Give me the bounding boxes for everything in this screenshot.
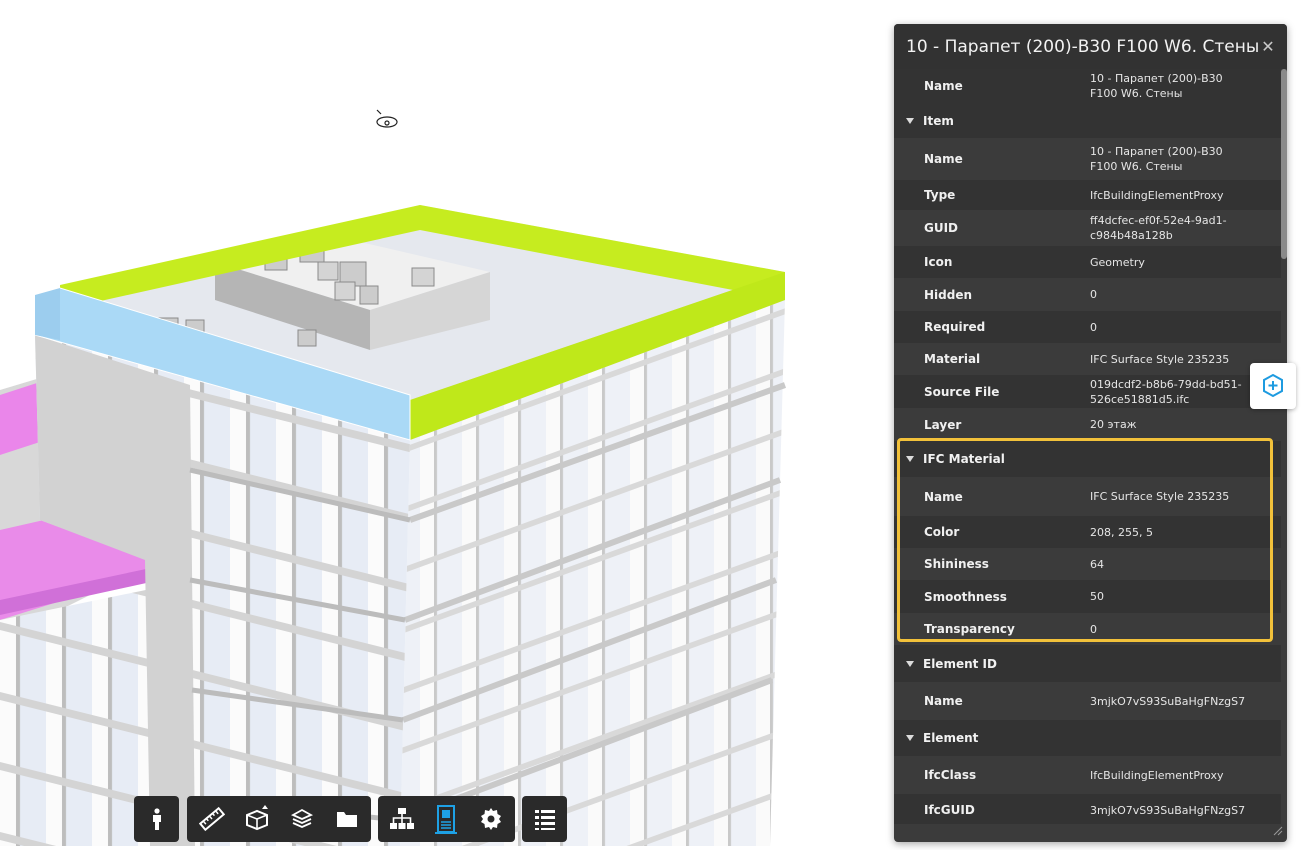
category-label: Element ID	[923, 656, 997, 671]
toolbar-group-list	[522, 796, 567, 842]
property-name: Color	[924, 525, 960, 539]
property-value: 10 - Парапет (200)-B30 F100 W6. Стены	[1090, 145, 1223, 173]
property-name: Smoothness	[924, 589, 1007, 604]
collapse-triangle-icon[interactable]	[906, 456, 914, 462]
explode-button[interactable]	[279, 796, 324, 842]
property-row[interactable]: Source File 019dcdf2-b8b6-79dd-bd51-526ce…	[894, 375, 1281, 408]
property-name: Transparency	[924, 622, 1015, 636]
property-value: 0	[1090, 320, 1097, 334]
measure-button[interactable]	[189, 796, 234, 842]
add-view-button[interactable]	[1250, 363, 1296, 409]
settings-button[interactable]	[469, 796, 513, 842]
property-row[interactable]: Name 3mjkO7vS93SuBaHgFNzgS7	[894, 682, 1281, 720]
property-value: 3mjkO7vS93SuBaHgFNzgS7	[1090, 803, 1246, 817]
list-icon	[534, 810, 555, 830]
category-label: IFC Material	[923, 452, 1005, 466]
settings-icon	[480, 808, 501, 830]
property-name: Source File	[924, 384, 1000, 399]
property-row[interactable]: Name 10 - Парапет (200)-B30 F100 W6. Стен…	[894, 138, 1281, 180]
category-ifc-material[interactable]: IFC Material	[894, 441, 1281, 477]
section-icon	[245, 805, 268, 831]
collapse-triangle-icon[interactable]	[906, 660, 914, 667]
property-value: IFC Surface Style 235235	[1090, 490, 1230, 503]
structure-icon	[390, 808, 415, 829]
property-name: Type	[924, 188, 956, 202]
property-name: Required	[924, 320, 986, 334]
property-value: 50	[1090, 590, 1104, 603]
property-value: IfcBuildingElementProxy	[1090, 768, 1224, 782]
toolbar-group-settings	[378, 796, 515, 842]
property-row[interactable]: GUID ff4dcfec-ef0f-52e4-9ad1-c984b48a128b	[894, 210, 1281, 246]
category-label: Element	[923, 731, 979, 745]
properties-button[interactable]	[424, 796, 468, 842]
property-row[interactable]: Transparency 0	[894, 613, 1281, 645]
properties-panel: 10 - Парапет (200)-B30 F100 W6. Стены ✕ …	[894, 24, 1287, 842]
close-icon[interactable]: ✕	[1259, 37, 1277, 56]
property-row[interactable]: Shininess 64	[894, 548, 1281, 580]
property-row[interactable]: Layer 20 этаж	[894, 408, 1281, 441]
measure-icon	[198, 806, 225, 832]
property-row[interactable]: Required 0	[894, 311, 1281, 343]
category-item[interactable]: Item	[894, 103, 1281, 138]
add-view-icon	[1263, 373, 1283, 398]
property-name: Layer	[924, 417, 962, 432]
category-element[interactable]: Element	[894, 720, 1281, 756]
property-row[interactable]: IfcGUID 3mjkO7vS93SuBaHgFNzgS7	[894, 794, 1281, 824]
panel-title: 10 - Парапет (200)-B30 F100 W6. Стены	[906, 36, 1259, 57]
structure-button[interactable]	[380, 796, 424, 842]
property-row[interactable]: Icon Geometry	[894, 246, 1281, 278]
first-person-button[interactable]	[136, 796, 177, 842]
explode-icon	[290, 808, 313, 828]
section-button[interactable]	[234, 796, 279, 842]
property-value: 3mjkO7vS93SuBaHgFNzgS7	[1090, 694, 1246, 708]
property-value: 208, 255, 5	[1090, 525, 1153, 539]
toolbar-group-navigation	[134, 796, 179, 842]
property-row[interactable]: Smoothness 50	[894, 580, 1281, 613]
property-name: Icon	[924, 255, 953, 269]
property-row[interactable]: Hidden 0	[894, 278, 1281, 311]
panel-header[interactable]: 10 - Парапет (200)-B30 F100 W6. Стены ✕	[894, 24, 1287, 69]
property-value: IfcBuildingElementProxy	[1090, 188, 1224, 202]
property-value: 0	[1090, 622, 1097, 636]
property-value: Geometry	[1090, 255, 1145, 269]
model-browser-icon	[336, 812, 357, 827]
property-row[interactable]: IfcClass IfcBuildingElementProxy	[894, 756, 1281, 794]
toolbar-group-modeling	[187, 796, 371, 842]
property-value: 64	[1090, 557, 1104, 571]
property-row[interactable]: Name 10 - Парапет (200)-B30 F100 W6. Стен…	[894, 69, 1281, 103]
property-value: 10 - Парапет (200)-B30 F100 W6. Стены	[1090, 72, 1223, 100]
category-label: Item	[923, 113, 954, 128]
property-name: Hidden	[924, 287, 973, 302]
property-name: Material	[924, 352, 981, 366]
first-person-icon	[152, 808, 161, 830]
property-row[interactable]: Material IFC Surface Style 235235	[894, 343, 1281, 375]
resize-grip-icon[interactable]	[1273, 826, 1283, 836]
panel-scrollbar[interactable]	[1281, 69, 1287, 259]
category-element-id[interactable]: Element ID	[894, 645, 1281, 682]
model-browser-button[interactable]	[324, 796, 369, 842]
property-name: Name	[924, 694, 963, 708]
collapse-triangle-icon[interactable]	[906, 117, 914, 124]
properties-icon	[435, 805, 458, 834]
property-name: Name	[924, 489, 963, 504]
property-name: Name	[924, 79, 963, 93]
list-button[interactable]	[524, 796, 565, 842]
property-value: 0	[1090, 288, 1097, 301]
property-name: IfcClass	[924, 768, 977, 782]
properties-list[interactable]: Name 10 - Парапет (200)-B30 F100 W6. Стен…	[894, 69, 1281, 824]
property-name: GUID	[924, 221, 959, 235]
property-name: IfcGUID	[924, 803, 975, 817]
property-row[interactable]: Type IfcBuildingElementProxy	[894, 180, 1281, 210]
property-name: Shininess	[924, 557, 989, 571]
collapse-triangle-icon[interactable]	[906, 735, 914, 741]
property-row[interactable]: Color 208, 255, 5	[894, 516, 1281, 548]
property-value: 20 этаж	[1090, 418, 1137, 431]
property-row[interactable]: Name IFC Surface Style 235235	[894, 477, 1281, 516]
property-name: Name	[924, 152, 963, 166]
property-value: ff4dcfec-ef0f-52e4-9ad1-c984b48a128b	[1090, 214, 1227, 242]
